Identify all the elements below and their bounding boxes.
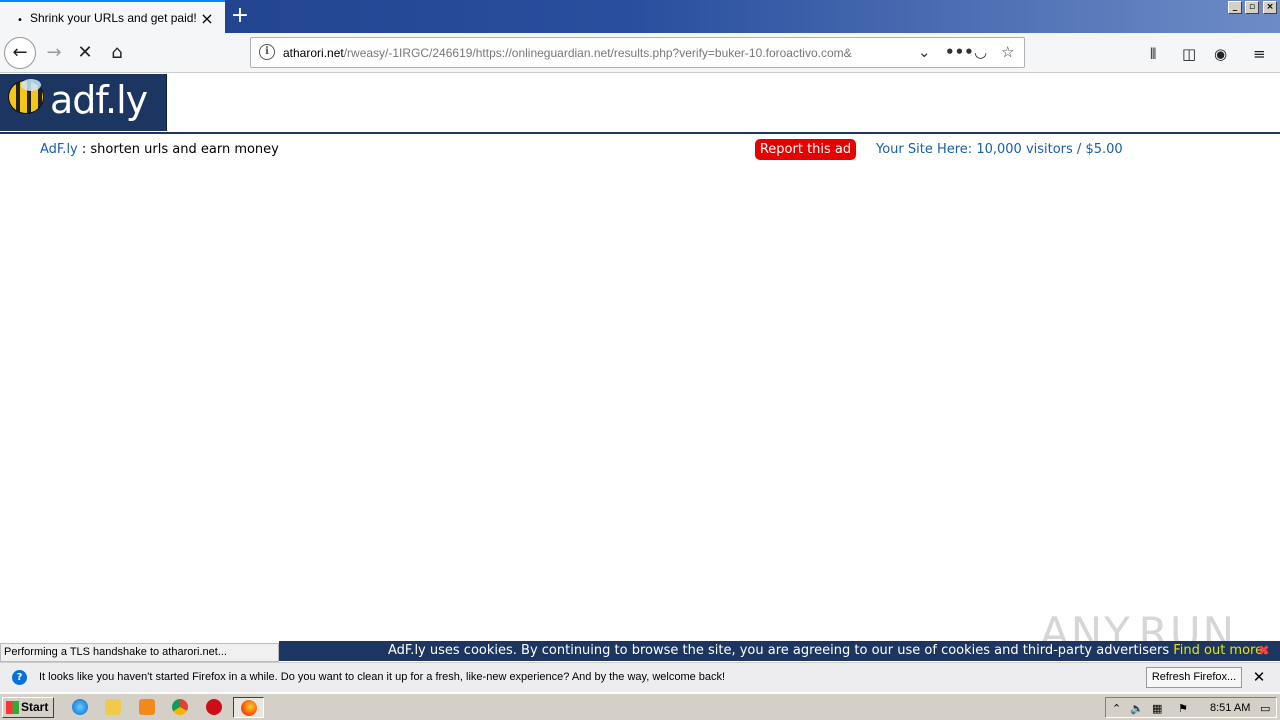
notification-message: It looks like you haven't started Firefo… — [39, 671, 726, 683]
window-close-button[interactable]: × — [1263, 1, 1277, 14]
sidebar-icon[interactable]: ◫ — [1182, 45, 1196, 63]
opera-icon[interactable] — [206, 699, 222, 715]
tab-active[interactable]: • Shrink your URLs and get paid! × — [0, 0, 225, 33]
firefox-icon — [241, 700, 257, 716]
cookie-find-out-more-link[interactable]: Find out more. — [1173, 643, 1267, 658]
chevron-down-icon[interactable]: ⌄ — [918, 43, 931, 61]
explorer-icon[interactable] — [105, 699, 121, 715]
minimize-button[interactable]: _ — [1228, 1, 1242, 14]
url-bar[interactable]: i atharori.net/rweasy/-1IRGC/246619/http… — [250, 37, 1025, 68]
media-player-icon[interactable] — [139, 699, 155, 715]
start-button[interactable]: Start — [2, 697, 54, 718]
clock: 8:51 AM — [1210, 702, 1251, 714]
refresh-firefox-button[interactable]: Refresh Firefox... — [1146, 667, 1242, 688]
logo-text: adf.ly — [50, 78, 148, 122]
windows-logo-icon — [6, 701, 19, 714]
new-tab-button[interactable]: + — [228, 4, 252, 28]
menu-icon[interactable]: ≡ — [1253, 45, 1266, 63]
status-bar: Performing a TLS handshake to atharori.n… — [0, 643, 279, 662]
tagline: AdF.ly : shorten urls and earn money — [40, 142, 279, 157]
stop-loading-button[interactable]: ✕ — [69, 37, 101, 69]
restore-button[interactable]: ▫ — [1245, 1, 1259, 14]
tab-title: Shrink your URLs and get paid! — [30, 11, 197, 25]
question-icon: ? — [12, 670, 27, 685]
tab-strip: • Shrink your URLs and get paid! × + _ ▫… — [0, 0, 1280, 33]
flag-icon[interactable]: ⚑ — [1178, 702, 1188, 715]
home-button[interactable]: ⌂ — [101, 37, 133, 69]
header-divider — [0, 132, 1280, 134]
report-ad-button[interactable]: Report this ad — [755, 139, 856, 160]
library-icon[interactable]: ⫴ — [1150, 45, 1156, 63]
network-icon[interactable]: ▦ — [1152, 702, 1162, 715]
account-icon[interactable]: ◉ — [1214, 45, 1227, 63]
back-button[interactable]: ← — [4, 37, 36, 69]
url-text[interactable]: atharori.net/rweasy/-1IRGC/246619/https:… — [283, 46, 873, 60]
bee-icon — [8, 79, 44, 114]
bookmark-star-icon[interactable]: ☆ — [1001, 43, 1014, 61]
cookie-banner: AdF.ly uses cookies. By continuing to br… — [279, 641, 1280, 661]
adfly-logo[interactable]: adf.ly — [0, 74, 167, 131]
cookie-close-icon[interactable]: ✖ — [1258, 641, 1270, 661]
tagline-text: : shorten urls and earn money — [77, 142, 279, 157]
notification-close-icon[interactable]: ✕ — [1250, 668, 1268, 686]
site-info-icon[interactable]: i — [259, 44, 275, 60]
tab-loading-icon: • — [17, 15, 23, 26]
taskbar: Start ⌃ 🔈 ▦ ⚑ 8:51 AM ▭ — [0, 693, 1280, 720]
system-tray: ⌃ 🔈 ▦ ⚑ 8:51 AM ▭ — [1105, 697, 1277, 718]
firefox-taskbar-button[interactable] — [233, 697, 264, 718]
tab-close-icon[interactable]: × — [196, 8, 218, 30]
navigation-bar: ← → ✕ ⌂ i atharori.net/rweasy/-1IRGC/246… — [0, 33, 1280, 73]
your-site-here-link[interactable]: Your Site Here: 10,000 visitors / $5.00 — [876, 142, 1123, 157]
cookie-message: AdF.ly uses cookies. By continuing to br… — [388, 643, 1174, 658]
notification-bar: ? It looks like you haven't started Fire… — [0, 662, 1280, 692]
forward-button[interactable]: → — [38, 37, 70, 69]
pocket-icon[interactable]: ◡ — [974, 43, 987, 61]
chrome-icon[interactable] — [172, 699, 188, 715]
page-actions-icon[interactable]: ••• — [945, 43, 974, 61]
show-desktop-icon[interactable]: ▭ — [1260, 702, 1270, 715]
tray-expand-icon[interactable]: ⌃ — [1112, 702, 1121, 715]
ie-icon[interactable] — [72, 699, 88, 715]
brand-link[interactable]: AdF.ly — [40, 142, 78, 157]
volume-icon[interactable]: 🔈 — [1130, 702, 1144, 715]
